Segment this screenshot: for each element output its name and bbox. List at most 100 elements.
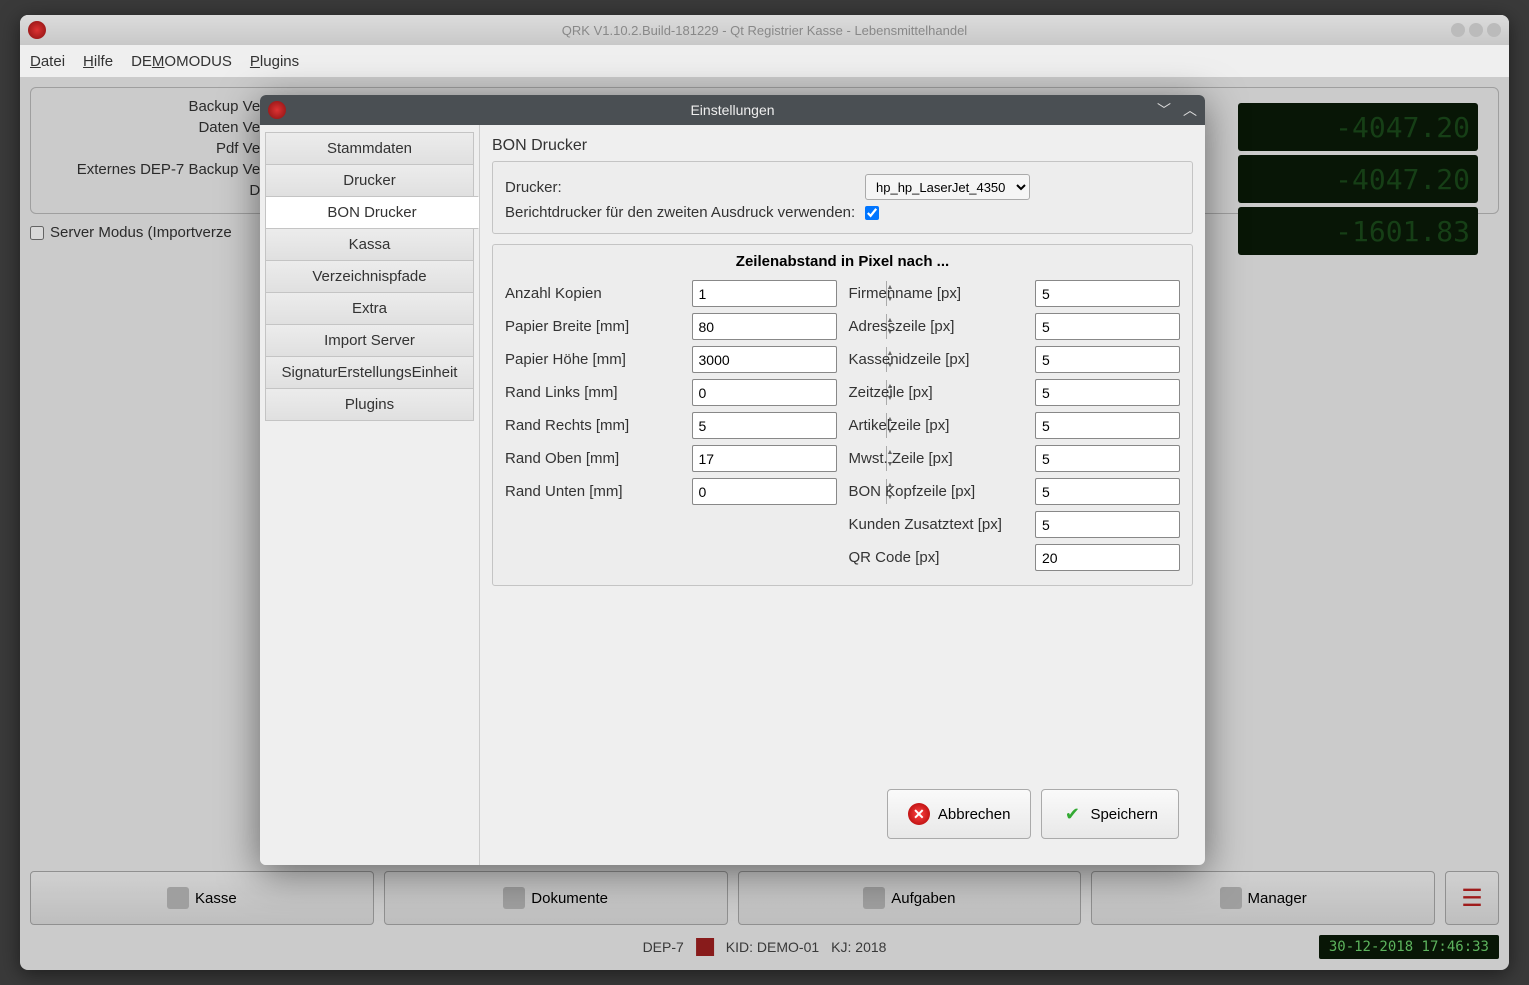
field-label: Rand Unten [mm]	[505, 483, 692, 500]
spacing-group: Zeilenabstand in Pixel nach ... Anzahl K…	[492, 244, 1193, 586]
field-label: Papier Breite [mm]	[505, 318, 692, 335]
close-icon[interactable]	[1487, 23, 1501, 37]
field-row-left-5: Rand Oben [mm]▲▼	[505, 445, 837, 472]
spinbox-input[interactable]	[1036, 479, 1205, 504]
maximize-icon[interactable]	[1469, 23, 1483, 37]
spinbox-left-0[interactable]: ▲▼	[692, 280, 837, 307]
section-title: BON Drucker	[492, 137, 1193, 155]
dialog-body: Stammdaten Drucker BON Drucker Kassa Ver…	[260, 125, 1205, 865]
field-row-left-1: Papier Breite [mm]▲▼	[505, 313, 837, 340]
field-label: Rand Rechts [mm]	[505, 417, 692, 434]
menu-demomodus[interactable]: DEMOMODUS	[131, 53, 232, 70]
field-label: Zeitzeile [px]	[849, 384, 1036, 401]
spinbox-input[interactable]	[1036, 512, 1205, 537]
field-row-right-3: Zeitzeile [px]▲▼	[849, 379, 1181, 406]
tab-content: BON Drucker Drucker: hp_hp_LaserJet_4350…	[480, 125, 1205, 865]
spinbox-left-5[interactable]: ▲▼	[692, 445, 837, 472]
field-label: QR Code [px]	[849, 549, 1036, 566]
app-icon	[28, 21, 46, 39]
tab-drucker[interactable]: Drucker	[265, 164, 474, 197]
field-row-right-1: Adresszeile [px]▲▼	[849, 313, 1181, 340]
save-button[interactable]: ✔ Speichern	[1041, 789, 1179, 839]
tab-stammdaten[interactable]: Stammdaten	[265, 132, 474, 165]
spinbox-left-1[interactable]: ▲▼	[692, 313, 837, 340]
columns-heading: Zeilenabstand in Pixel nach ...	[505, 253, 1180, 270]
dialog-buttons: ✕ Abbrechen ✔ Speichern	[492, 779, 1193, 853]
spinbox-right-4[interactable]: ▲▼	[1035, 412, 1180, 439]
dialog-title: Einstellungen	[690, 102, 774, 118]
field-row-left-3: Rand Links [mm]▲▼	[505, 379, 837, 406]
spinbox-input[interactable]	[1036, 314, 1205, 339]
cancel-button[interactable]: ✕ Abbrechen	[887, 789, 1032, 839]
spinbox-right-6[interactable]: ▲▼	[1035, 478, 1180, 505]
dialog-app-icon	[268, 101, 286, 119]
tab-verzeichnispfade[interactable]: Verzeichnispfade	[265, 260, 474, 293]
spinbox-input[interactable]	[1036, 545, 1205, 570]
spinbox-right-3[interactable]: ▲▼	[1035, 379, 1180, 406]
spinbox-left-6[interactable]: ▲▼	[692, 478, 837, 505]
tab-bon-drucker[interactable]: BON Drucker	[265, 196, 479, 229]
menu-datei[interactable]: Datei	[30, 53, 65, 70]
field-label: Papier Höhe [mm]	[505, 351, 692, 368]
dialog-minimize-icon[interactable]: ﹀	[1157, 100, 1171, 120]
field-row-left-0: Anzahl Kopien▲▼	[505, 280, 837, 307]
field-label: Rand Links [mm]	[505, 384, 692, 401]
field-row-left-2: Papier Höhe [mm]▲▼	[505, 346, 837, 373]
spinbox-input[interactable]	[1036, 281, 1205, 306]
settings-dialog: Einstellungen ﹀ ︿ Stammdaten Drucker BON…	[260, 95, 1205, 865]
field-row-right-4: Artikelzeile [px]▲▼	[849, 412, 1181, 439]
field-row-right-5: Mwst. Zeile [px]▲▼	[849, 445, 1181, 472]
window-title: QRK V1.10.2.Build-181229 - Qt Registrier…	[562, 23, 967, 38]
minimize-icon[interactable]	[1451, 23, 1465, 37]
right-column: Firmenname [px]▲▼Adresszeile [px]▲▼Kasse…	[849, 280, 1181, 577]
dialog-maximize-icon[interactable]: ︿	[1183, 100, 1197, 120]
spinbox-right-2[interactable]: ▲▼	[1035, 346, 1180, 373]
checkmark-icon: ✔	[1062, 804, 1082, 824]
printer-group: Drucker: hp_hp_LaserJet_4350 Berichtdruc…	[492, 161, 1193, 234]
tab-list: Stammdaten Drucker BON Drucker Kassa Ver…	[260, 125, 480, 865]
spinbox-left-4[interactable]: ▲▼	[692, 412, 837, 439]
report-printer-label: Berichtdrucker für den zweiten Ausdruck …	[505, 204, 865, 221]
field-row-right-7: Kunden Zusatztext [px]▲▼	[849, 511, 1181, 538]
spinbox-left-3[interactable]: ▲▼	[692, 379, 837, 406]
field-label: Firmenname [px]	[849, 285, 1036, 302]
menu-hilfe[interactable]: Hilfe	[83, 53, 113, 70]
printer-select[interactable]: hp_hp_LaserJet_4350	[865, 174, 1030, 200]
spinbox-input[interactable]	[1036, 380, 1205, 405]
field-row-right-2: Kassenidzeile [px]▲▼	[849, 346, 1181, 373]
field-label: Mwst. Zeile [px]	[849, 450, 1036, 467]
field-label: Kassenidzeile [px]	[849, 351, 1036, 368]
spinbox-right-7[interactable]: ▲▼	[1035, 511, 1180, 538]
field-row-right-8: QR Code [px]▲▼	[849, 544, 1181, 571]
spinbox-left-2[interactable]: ▲▼	[692, 346, 837, 373]
left-column: Anzahl Kopien▲▼Papier Breite [mm]▲▼Papie…	[505, 280, 837, 577]
spinbox-right-0[interactable]: ▲▼	[1035, 280, 1180, 307]
tab-extra[interactable]: Extra	[265, 292, 474, 325]
window-controls	[1451, 23, 1501, 37]
titlebar: QRK V1.10.2.Build-181229 - Qt Registrier…	[20, 15, 1509, 45]
tab-import-server[interactable]: Import Server	[265, 324, 474, 357]
field-label: Rand Oben [mm]	[505, 450, 692, 467]
report-printer-checkbox[interactable]	[865, 206, 879, 220]
field-row-right-6: BON Kopfzeile [px]▲▼	[849, 478, 1181, 505]
field-label: Artikelzeile [px]	[849, 417, 1036, 434]
menu-plugins[interactable]: Plugins	[250, 53, 299, 70]
field-label: Anzahl Kopien	[505, 285, 692, 302]
field-row-left-4: Rand Rechts [mm]▲▼	[505, 412, 837, 439]
printer-label: Drucker:	[505, 179, 865, 196]
spinbox-right-5[interactable]: ▲▼	[1035, 445, 1180, 472]
spinbox-input[interactable]	[1036, 347, 1205, 372]
spinbox-input[interactable]	[1036, 413, 1205, 438]
dialog-titlebar: Einstellungen ﹀ ︿	[260, 95, 1205, 125]
field-label: BON Kopfzeile [px]	[849, 483, 1036, 500]
field-label: Kunden Zusatztext [px]	[849, 516, 1036, 533]
spinbox-right-8[interactable]: ▲▼	[1035, 544, 1180, 571]
tab-plugins[interactable]: Plugins	[265, 388, 474, 421]
cancel-icon: ✕	[908, 803, 930, 825]
spinbox-input[interactable]	[1036, 446, 1205, 471]
tab-signatur[interactable]: SignaturErstellungsEinheit	[265, 356, 474, 389]
spinbox-right-1[interactable]: ▲▼	[1035, 313, 1180, 340]
field-row-right-0: Firmenname [px]▲▼	[849, 280, 1181, 307]
field-row-left-6: Rand Unten [mm]▲▼	[505, 478, 837, 505]
tab-kassa[interactable]: Kassa	[265, 228, 474, 261]
